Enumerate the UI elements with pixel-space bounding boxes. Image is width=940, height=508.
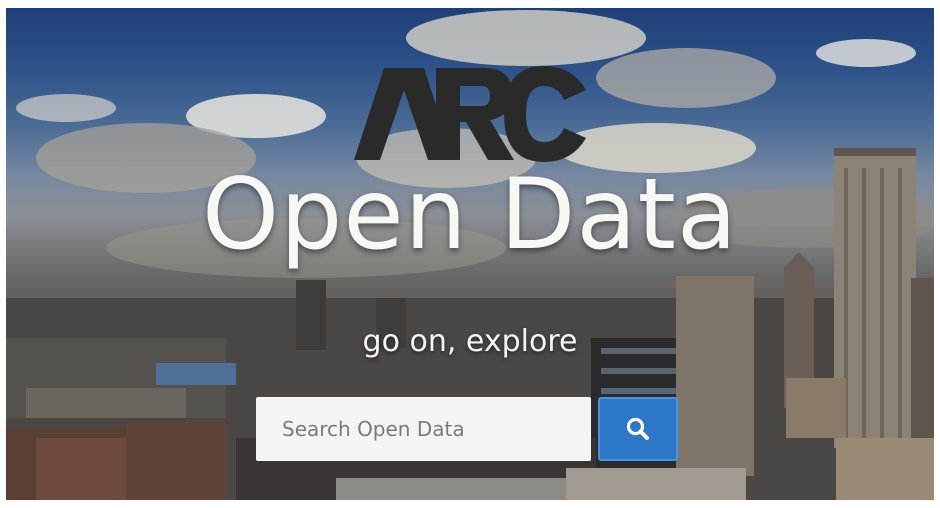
search-icon: [626, 417, 649, 440]
search-button[interactable]: [598, 397, 678, 461]
search-input[interactable]: [256, 397, 591, 461]
hero-banner: Open Data go on, explore: [6, 8, 934, 500]
arc-logo: [354, 66, 586, 162]
tagline: go on, explore: [362, 324, 578, 359]
page-title: Open Data: [202, 158, 738, 272]
